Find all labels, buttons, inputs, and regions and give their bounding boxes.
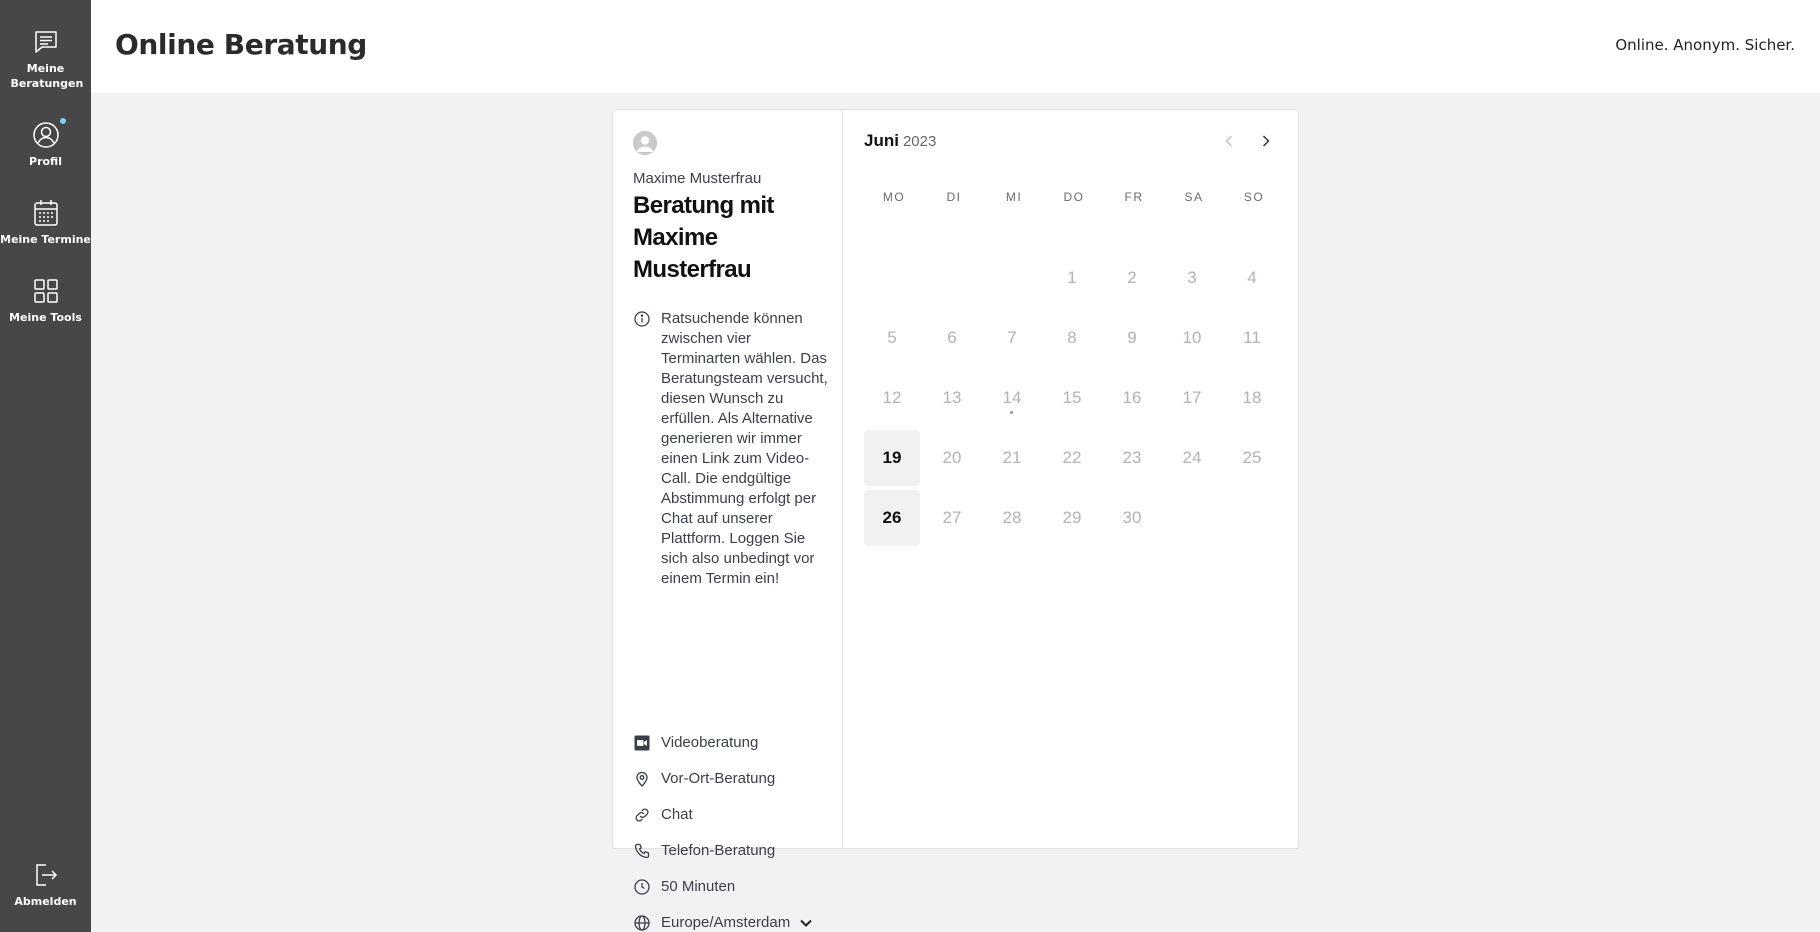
today-indicator xyxy=(1010,411,1013,414)
grid-icon xyxy=(31,276,61,306)
video-icon xyxy=(633,734,651,752)
calendar-day-disabled: 27 xyxy=(942,508,962,527)
phone-icon xyxy=(633,842,651,860)
calendar-day-disabled: 4 xyxy=(1247,268,1257,287)
chevron-left-icon xyxy=(1225,135,1233,147)
calendar-day-disabled: 28 xyxy=(1002,508,1022,527)
event-details-panel: Maxime Musterfrau Beratung mit Maxime Mu… xyxy=(613,110,843,931)
calendar-day-disabled: 9 xyxy=(1127,328,1137,347)
location-pin-icon xyxy=(633,770,651,788)
chevron-down-icon[interactable] xyxy=(800,914,812,932)
sidebar-item-meine-tools[interactable]: Meine Tools xyxy=(0,276,91,325)
calendar-day-available[interactable]: 26 xyxy=(864,490,920,546)
globe-icon xyxy=(633,914,651,932)
calendar-empty-cell xyxy=(864,250,920,306)
calendar-day-disabled: 22 xyxy=(1062,448,1082,467)
weekday-label: FR xyxy=(1124,190,1144,204)
sidebar-item-label: Meine Tools xyxy=(9,311,82,324)
option-label: Chat xyxy=(661,806,693,823)
sidebar-item-profil[interactable]: Profil xyxy=(0,117,91,169)
logout-icon xyxy=(31,860,61,890)
calendar-empty-cell xyxy=(924,250,980,306)
calendar-day-disabled: 21 xyxy=(1002,448,1022,467)
duration-label: 50 Minuten xyxy=(661,878,736,895)
calendar-icon xyxy=(31,198,61,228)
calendar-day-disabled: 16 xyxy=(1122,388,1142,407)
info-icon xyxy=(633,310,651,328)
previous-month-button[interactable] xyxy=(1219,131,1239,151)
calendar-day-available[interactable]: 19 xyxy=(864,430,920,486)
option-videoberatung: Videoberatung xyxy=(633,734,758,752)
calendar-day-disabled: 7 xyxy=(1007,328,1017,347)
avatar xyxy=(633,131,657,155)
calendar-day-disabled: 15 xyxy=(1062,388,1082,407)
page-title: Online Beratung xyxy=(115,28,367,61)
calendar-day-disabled: 1 xyxy=(1067,268,1077,287)
calendar-day-disabled: 12 xyxy=(882,388,902,407)
month-name: Juni xyxy=(864,131,899,150)
calendar-day-disabled: 18 xyxy=(1242,388,1262,407)
user-icon xyxy=(31,117,67,150)
weekday-label: DO xyxy=(1063,190,1085,204)
option-telefon-beratung: Telefon-Beratung xyxy=(633,842,775,860)
calendar-day-disabled: 11 xyxy=(1243,328,1261,347)
sidebar-item-meine-beratungen[interactable]: Meine Beratungen xyxy=(0,27,91,91)
calendar-day-disabled: 5 xyxy=(887,328,897,347)
month-heading: Juni 2023 xyxy=(864,131,936,151)
calendar-day-disabled: 6 xyxy=(947,328,957,347)
header-slogan: Online. Anonym. Sicher. xyxy=(1615,36,1795,54)
option-label: Telefon-Beratung xyxy=(661,842,776,859)
sidebar-item-label: Profil xyxy=(29,155,62,168)
weekday-label: MI xyxy=(1005,190,1023,204)
booking-card: Maxime Musterfrau Beratung mit Maxime Mu… xyxy=(612,109,1299,931)
calendar-day-disabled: 14 xyxy=(984,370,1040,426)
host-name: Maxime Musterfrau xyxy=(633,170,762,187)
calendar-panel: Juni 2023 MO DI MI DO FR SA SO 1 2 3 4 5 6 7 8 9 10 11 12 1… xyxy=(844,110,1299,848)
calendar-day-disabled: 2 xyxy=(1127,268,1137,287)
calendar-days-grid: 1 2 3 4 5 6 7 8 9 10 11 12 13 14 15 16 17 18 19 20 21 22 23 24 2… xyxy=(864,250,1284,546)
calendar-day-disabled: 8 xyxy=(1067,328,1077,347)
event-description: Ratsuchende können zwischen vier Termina… xyxy=(633,309,833,589)
option-label: Videoberatung xyxy=(661,734,759,751)
weekday-label: DI xyxy=(946,190,962,204)
chevron-right-icon xyxy=(1262,135,1270,147)
calendar-day-disabled: 23 xyxy=(1122,448,1142,467)
duration: 50 Minuten xyxy=(633,878,735,896)
timezone-select[interactable]: Europe/Amsterdam xyxy=(633,914,812,932)
sidebar: Meine Beratungen Profil Meine Termine Me… xyxy=(0,0,91,932)
calendar-day-disabled: 25 xyxy=(1242,448,1262,467)
calendar-day-disabled: 13 xyxy=(942,388,962,407)
calendar-day-disabled: 29 xyxy=(1062,508,1082,527)
calendar-day-disabled: 20 xyxy=(942,448,962,467)
weekday-header: MO DI MI DO FR SA SO xyxy=(864,190,1284,204)
calendar-day-disabled: 24 xyxy=(1182,448,1202,467)
next-month-button[interactable] xyxy=(1256,131,1276,151)
event-title: Beratung mit Maxime Musterfrau xyxy=(633,192,774,283)
option-vor-ort-beratung: Vor-Ort-Beratung xyxy=(633,770,775,788)
sidebar-item-label: Meine Beratungen xyxy=(10,62,84,90)
link-icon xyxy=(633,806,651,824)
weekday-label: SO xyxy=(1243,190,1265,204)
chat-icon xyxy=(31,27,61,57)
calendar-empty-cell xyxy=(984,250,1040,306)
option-chat: Chat xyxy=(633,806,693,824)
timezone-value[interactable]: Europe/Amsterdam xyxy=(661,914,790,931)
sidebar-item-meine-termine[interactable]: Meine Termine xyxy=(0,198,91,247)
notification-dot xyxy=(58,117,67,125)
description-text: Ratsuchende können zwischen vier Termina… xyxy=(661,310,828,587)
clock-icon xyxy=(633,878,651,896)
calendar-day-disabled: 3 xyxy=(1187,268,1197,287)
weekday-label: MO xyxy=(882,190,906,204)
header: Online Beratung Online. Anonym. Sicher. xyxy=(91,0,1820,93)
logout-button[interactable]: Abmelden xyxy=(0,860,91,909)
weekday-label: SA xyxy=(1184,190,1204,204)
sidebar-item-label: Abmelden xyxy=(14,895,77,908)
calendar-day-disabled: 17 xyxy=(1182,388,1202,407)
sidebar-item-label: Meine Termine xyxy=(0,233,91,246)
year: 2023 xyxy=(902,133,937,150)
option-label: Vor-Ort-Beratung xyxy=(661,770,776,787)
calendar-day-disabled: 30 xyxy=(1122,508,1142,527)
calendar-day-disabled: 10 xyxy=(1182,328,1202,347)
